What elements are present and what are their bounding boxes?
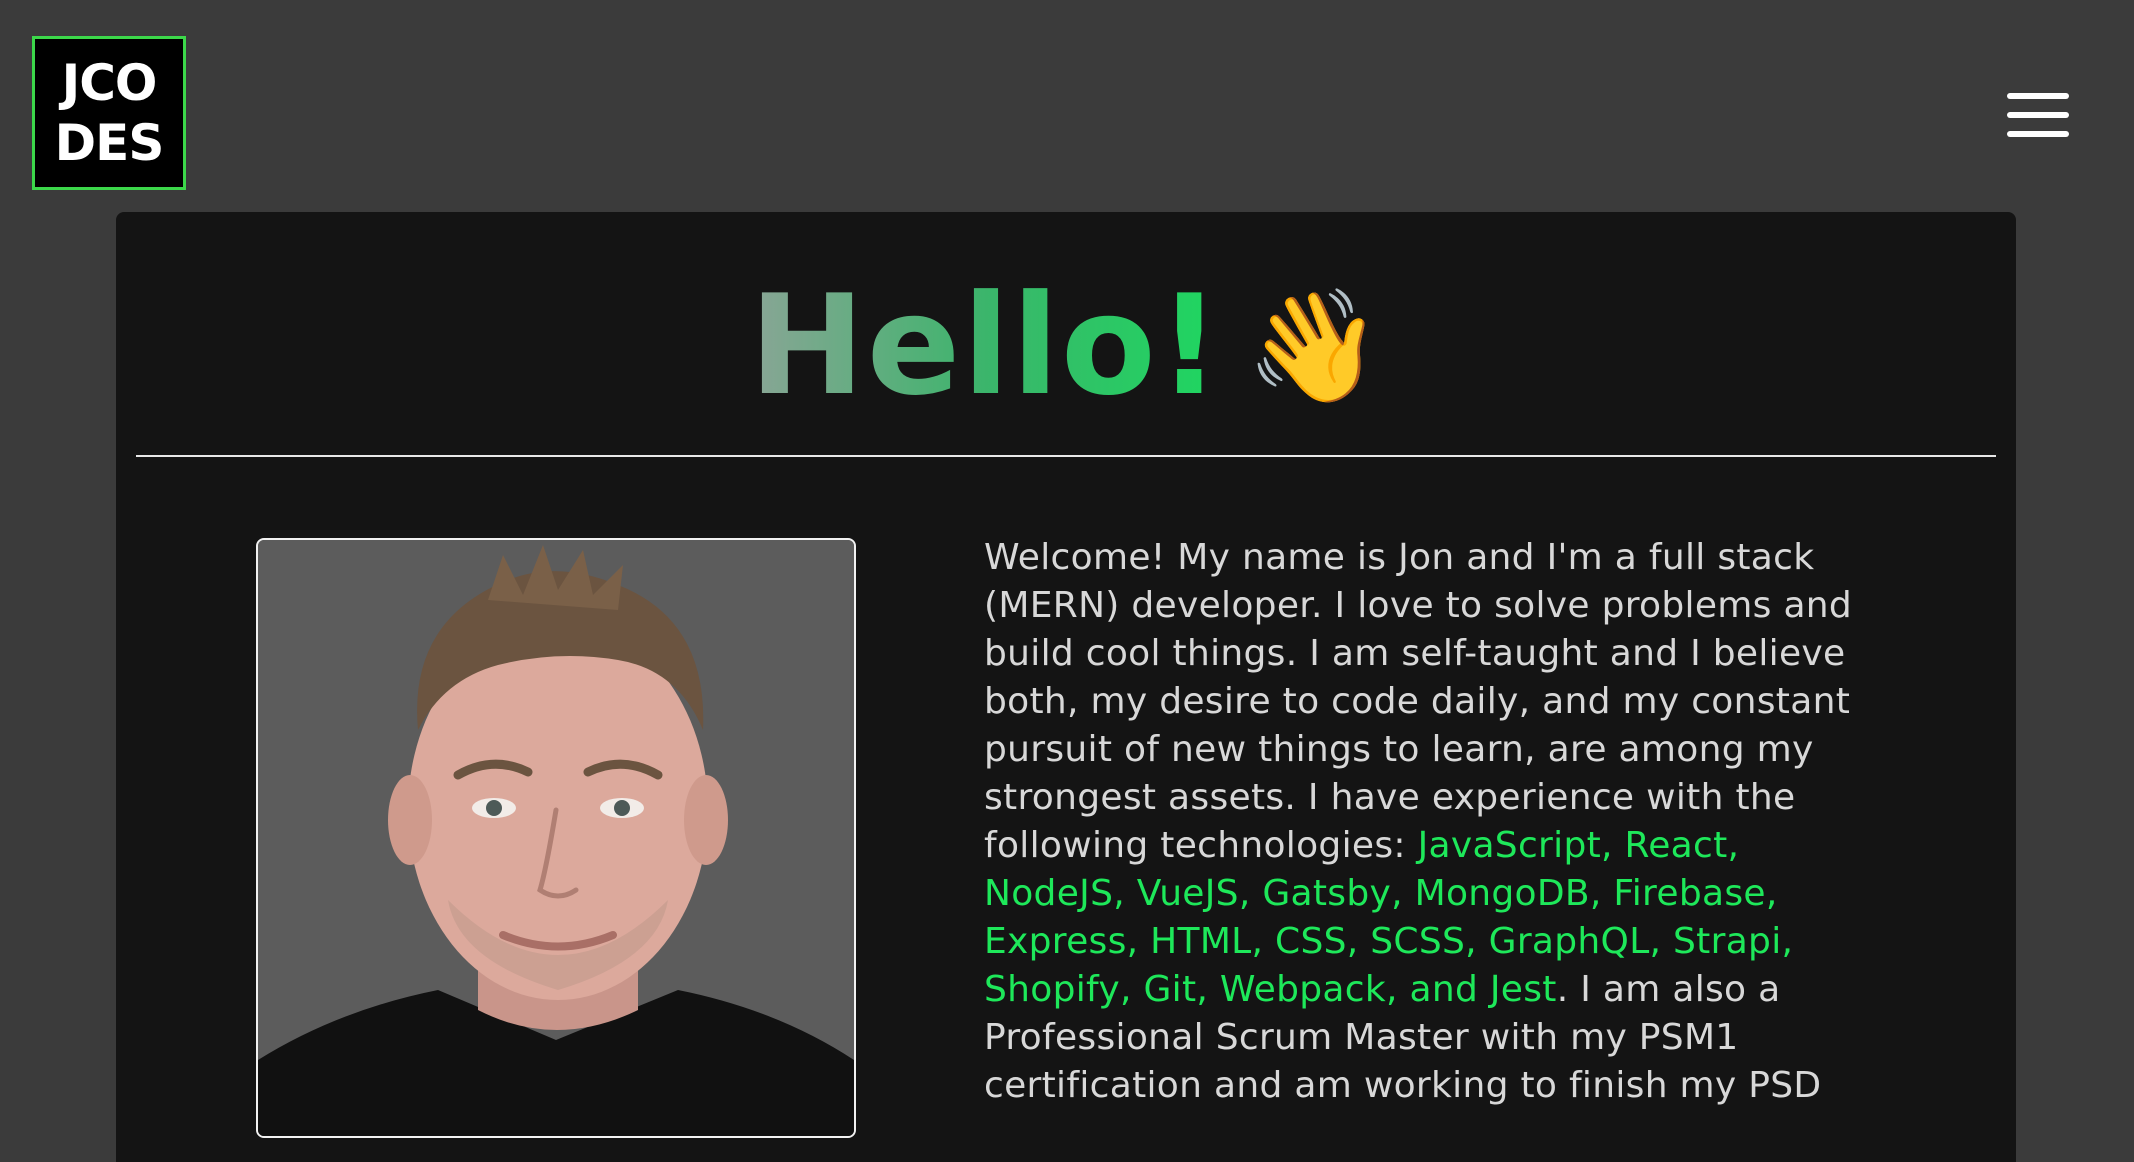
divider (136, 455, 1996, 457)
logo-line-1: JCO (61, 54, 158, 112)
greeting-title: Hello! (749, 265, 1223, 426)
bio-intro: Welcome! My name is Jon and I'm a full s… (984, 537, 1853, 866)
bio-text: Welcome! My name is Jon and I'm a full s… (984, 534, 1884, 1110)
profile-photo-illustration (258, 540, 854, 1136)
greeting-header: Hello! 👋 (116, 276, 2016, 416)
menu-bar (2007, 112, 2069, 118)
page: JCO DES Hello! 👋 Welcome! My name is Jon… (0, 0, 2134, 1162)
about-card: Hello! 👋 Welcome! My name is Jon and I'm… (116, 212, 2016, 1162)
menu-bar (2007, 131, 2069, 137)
site-logo[interactable]: JCO DES (32, 36, 186, 190)
hamburger-menu-icon[interactable] (2007, 93, 2069, 137)
profile-photo (256, 538, 856, 1138)
waving-hand-icon: 👋 (1245, 282, 1383, 410)
logo-line-2: DES (54, 114, 165, 172)
menu-bar (2007, 93, 2069, 99)
